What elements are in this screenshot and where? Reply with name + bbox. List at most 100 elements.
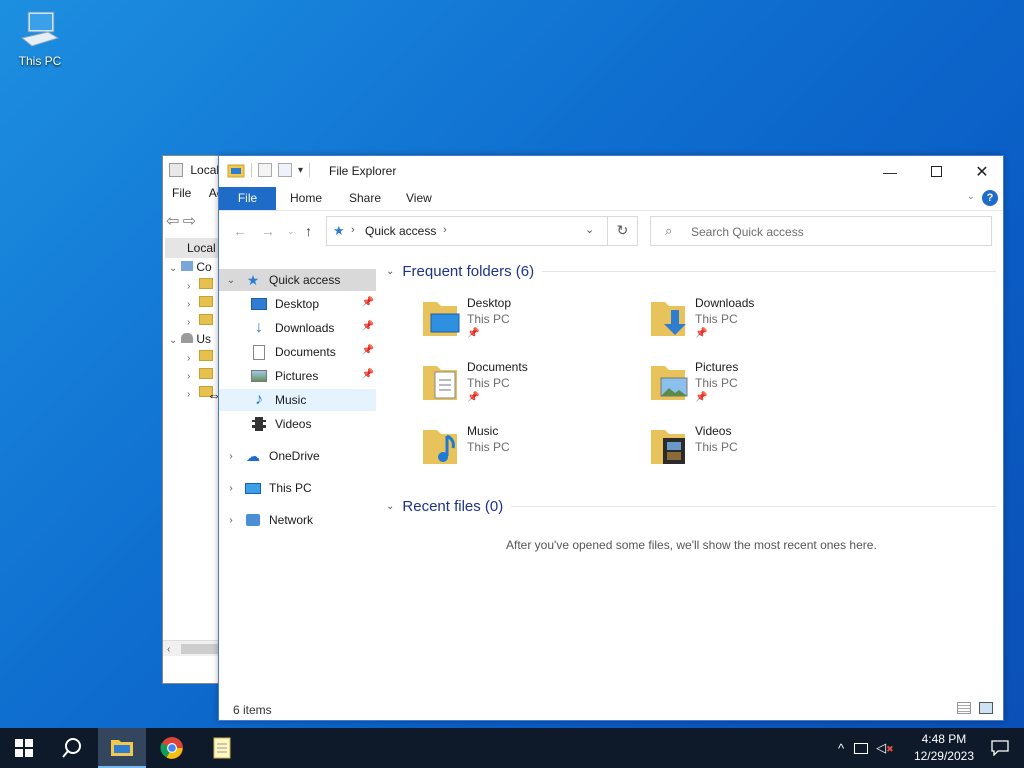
chevron-down-icon[interactable]: ⌄ [386, 501, 394, 512]
file-explorer-window[interactable]: ▾ File Explorer — ✕ File Home Share View… [218, 155, 1004, 721]
back-arrow-icon[interactable]: ⇦ [166, 213, 179, 230]
new-folder-icon[interactable] [278, 163, 292, 177]
address-bar[interactable]: ★ › Quick access › ⌄ ↻ [326, 216, 638, 246]
folder-icon [199, 368, 213, 379]
bg-tree-node-users[interactable]: ⌄ Us [169, 332, 211, 346]
folder-tile-downloads[interactable]: Downloads This PC 📌 [649, 296, 869, 352]
tab-view[interactable]: View [392, 187, 446, 210]
taskbar-clock[interactable]: 4:48 PM 12/29/2023 [914, 731, 974, 765]
bg-window-icon [169, 162, 183, 177]
bg-window-title: Local [190, 162, 220, 177]
folder-icon [199, 296, 213, 307]
monitor-icon [243, 480, 263, 496]
back-button[interactable]: ← [233, 223, 247, 239]
pin-icon: 📌 [695, 328, 708, 339]
volume-muted-icon[interactable]: ◁✖ [876, 740, 894, 756]
tab-home[interactable]: Home [276, 187, 336, 210]
network-status-icon[interactable] [854, 742, 869, 754]
maximize-button[interactable] [913, 156, 959, 187]
folder-icon [199, 350, 213, 361]
folder-documents-icon [423, 366, 457, 400]
show-hidden-icons-chevron-icon[interactable]: ^ [838, 741, 844, 756]
quick-access-star-icon: ★ [246, 271, 260, 288]
recent-locations-button[interactable]: ⌄ [287, 226, 295, 237]
bg-tree-folder[interactable]: › [187, 350, 213, 364]
up-button[interactable]: ↑ [305, 223, 312, 239]
address-dropdown-icon[interactable]: ⌄ [585, 223, 594, 236]
search-button[interactable] [48, 728, 96, 768]
pin-icon: 📌 [695, 392, 708, 403]
minimize-icon: — [883, 163, 897, 180]
bg-menu-file[interactable]: File [172, 186, 191, 200]
start-button[interactable] [0, 728, 48, 768]
ribbon-tabs: File Home Share View ⌄ ? [219, 187, 1003, 211]
chevron-right-icon[interactable]: › [219, 515, 243, 526]
forward-arrow-icon[interactable]: ⇨ [183, 213, 196, 230]
folder-tile-desktop[interactable]: Desktop This PC 📌 [421, 296, 641, 352]
nav-quick-access[interactable]: ⌄ ★ Quick access [219, 269, 376, 291]
refresh-button[interactable]: ↻ [607, 216, 637, 246]
system-tray: ^ ◁✖ [838, 728, 894, 768]
scroll-left-icon[interactable]: ‹ [163, 644, 170, 655]
desktop-icon-this-pc[interactable]: This PC [10, 8, 70, 68]
details-view-icon[interactable] [957, 702, 971, 714]
recent-files-header[interactable]: ⌄ Recent files (0) [386, 498, 996, 515]
bg-tree-selected[interactable]: Local [165, 238, 219, 258]
bg-tree-folder[interactable]: › [187, 296, 213, 310]
forward-button[interactable]: → [261, 223, 275, 239]
file-explorer-icon[interactable] [227, 162, 245, 178]
pin-icon: 📌 [361, 297, 374, 308]
folder-tile-music[interactable]: Music This PC [421, 424, 641, 480]
bg-tree-node-computer[interactable]: ⌄ Co [169, 260, 212, 274]
chevron-right-icon[interactable]: › [219, 451, 243, 462]
picture-icon [249, 368, 269, 384]
pin-icon: 📌 [361, 369, 374, 380]
nav-item-videos[interactable]: Videos [219, 413, 376, 435]
expand-ribbon-chevron-icon[interactable]: ⌄ [967, 191, 975, 202]
status-bar: 6 items [219, 697, 1003, 721]
nav-item-downloads[interactable]: ↓ Downloads 📌 [219, 317, 376, 339]
nav-network[interactable]: › Network [219, 509, 376, 531]
taskbar-chrome[interactable] [148, 728, 196, 768]
minimize-button[interactable]: — [867, 156, 913, 187]
nav-this-pc[interactable]: › This PC [219, 477, 376, 499]
folder-tile-documents[interactable]: Documents This PC 📌 [421, 360, 641, 416]
large-icons-view-icon[interactable] [979, 702, 993, 714]
folder-videos-icon [651, 430, 685, 464]
nav-item-documents[interactable]: Documents 📌 [219, 341, 376, 363]
windows-logo-icon [15, 739, 33, 757]
users-icon [181, 333, 193, 343]
bg-tree-folder[interactable]: › [187, 368, 213, 382]
nav-item-desktop[interactable]: Desktop 📌 [219, 293, 376, 315]
action-center-button[interactable] [976, 728, 1024, 768]
chevron-down-icon[interactable]: ⌄ [386, 266, 394, 277]
help-icon[interactable]: ? [982, 190, 998, 206]
taskbar-file-explorer[interactable] [98, 728, 146, 768]
window-title: File Explorer [329, 164, 397, 178]
nav-item-pictures[interactable]: Pictures 📌 [219, 365, 376, 387]
tab-file[interactable]: File [219, 187, 276, 210]
breadcrumb-separator-icon[interactable]: › [443, 224, 447, 236]
folder-tile-pictures[interactable]: Pictures This PC 📌 [649, 360, 869, 416]
scroll-thumb[interactable] [181, 644, 221, 654]
customize-toolbar-chevron-icon[interactable]: ▾ [298, 165, 303, 176]
up-arrow-icon: ↑ [305, 223, 312, 239]
search-box[interactable]: ⌕ Search Quick access [650, 216, 992, 246]
close-button[interactable]: ✕ [959, 156, 1005, 187]
nav-item-music[interactable]: ♪ Music [219, 389, 376, 411]
frequent-folders-header[interactable]: ⌄ Frequent folders (6) [386, 263, 996, 280]
breadcrumb-separator-icon[interactable]: › [351, 224, 355, 236]
pin-icon: 📌 [361, 321, 374, 332]
bg-tree-folder[interactable]: › [187, 278, 213, 292]
properties-icon[interactable] [258, 163, 272, 177]
chevron-down-icon[interactable]: ⌄ [219, 275, 243, 286]
bg-tree-folder[interactable]: › [187, 314, 213, 328]
nav-onedrive[interactable]: › ☁ OneDrive [219, 445, 376, 467]
folder-tile-videos[interactable]: Videos This PC [649, 424, 869, 480]
taskbar-notepad[interactable] [198, 728, 246, 768]
chevron-right-icon[interactable]: › [219, 483, 243, 494]
tab-share[interactable]: Share [335, 187, 395, 210]
title-bar[interactable]: ▾ File Explorer — ✕ [219, 156, 1003, 187]
breadcrumb-quick-access[interactable]: Quick access [365, 224, 436, 238]
desktop-icon [249, 296, 269, 312]
